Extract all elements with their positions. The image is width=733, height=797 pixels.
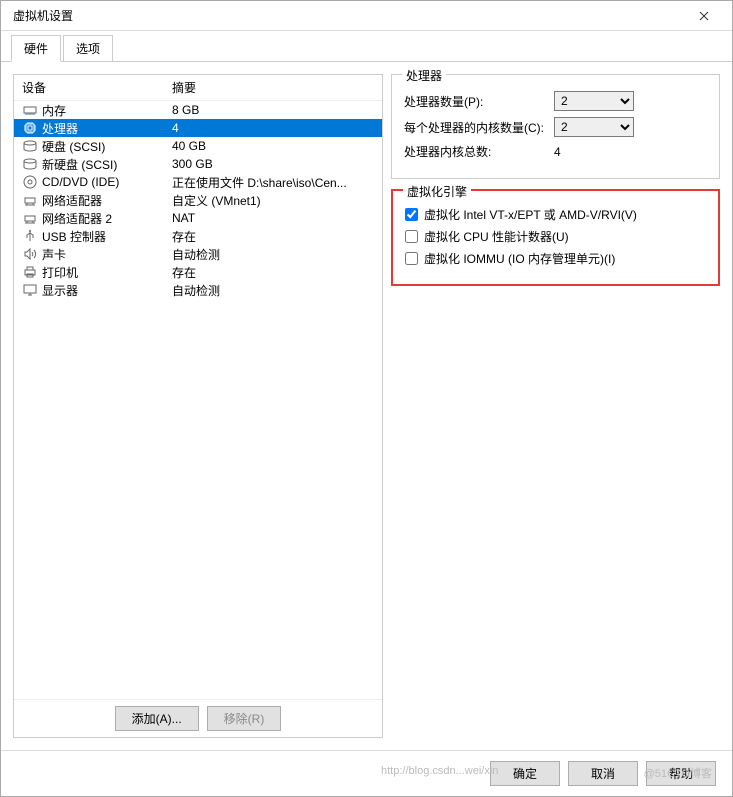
device-summary: 自动检测 xyxy=(172,246,374,263)
device-name: 网络适配器 xyxy=(42,192,102,209)
device-row[interactable]: 处理器 4 xyxy=(14,119,382,137)
iommu-checkbox[interactable] xyxy=(405,252,418,265)
tabbar: 硬件 选项 xyxy=(1,31,732,62)
device-list: 设备 摘要 内存 8 GB 处理器 4 硬盘 (SCSI) 40 GB 新硬盘 … xyxy=(14,75,382,699)
device-summary: 300 GB xyxy=(172,157,374,171)
device-name: 硬盘 (SCSI) xyxy=(42,138,105,155)
device-name: 内存 xyxy=(42,102,66,119)
device-row[interactable]: CD/DVD (IDE) 正在使用文件 D:\share\iso\Cen... xyxy=(14,173,382,191)
device-summary: 4 xyxy=(172,121,374,135)
perf-label: 虚拟化 CPU 性能计数器(U) xyxy=(424,228,569,245)
device-summary: 正在使用文件 D:\share\iso\Cen... xyxy=(172,174,374,191)
device-summary: 存在 xyxy=(172,264,374,281)
device-row[interactable]: 打印机 存在 xyxy=(14,263,382,281)
header-summary: 摘要 xyxy=(172,79,374,96)
add-button[interactable]: 添加(A)... xyxy=(115,706,199,731)
tab-options[interactable]: 选项 xyxy=(63,35,113,61)
network-icon xyxy=(22,211,38,225)
cpu-icon xyxy=(22,121,38,135)
device-row[interactable]: 新硬盘 (SCSI) 300 GB xyxy=(14,155,382,173)
usb-icon xyxy=(22,229,38,243)
tab-hardware[interactable]: 硬件 xyxy=(11,35,61,62)
cd-icon xyxy=(22,175,38,189)
display-icon xyxy=(22,283,38,297)
titlebar: 虚拟机设置 xyxy=(1,1,732,31)
cancel-button[interactable]: 取消 xyxy=(568,761,638,786)
vt-checkbox[interactable] xyxy=(405,208,418,221)
memory-icon xyxy=(22,103,38,117)
device-row[interactable]: 硬盘 (SCSI) 40 GB xyxy=(14,137,382,155)
close-button[interactable] xyxy=(684,2,724,30)
processor-group: 处理器 处理器数量(P): 2 每个处理器的内核数量(C): 2 处理器内核总数… xyxy=(391,74,720,179)
device-header: 设备 摘要 xyxy=(14,75,382,101)
virtualization-group: 虚拟化引擎 虚拟化 Intel VT-x/EPT 或 AMD-V/RVI(V) … xyxy=(391,189,720,286)
total-cores-value: 4 xyxy=(554,145,707,159)
cores-per-processor-select[interactable]: 2 xyxy=(554,117,634,137)
iommu-label: 虚拟化 IOMMU (IO 内存管理单元)(I) xyxy=(424,250,615,267)
device-name: 新硬盘 (SCSI) xyxy=(42,156,117,173)
device-row[interactable]: 网络适配器 2 NAT xyxy=(14,209,382,227)
device-row[interactable]: 网络适配器 自定义 (VMnet1) xyxy=(14,191,382,209)
device-row[interactable]: 内存 8 GB xyxy=(14,101,382,119)
perf-checkbox[interactable] xyxy=(405,230,418,243)
cores-per-processor-label: 每个处理器的内核数量(C): xyxy=(404,119,554,136)
device-summary: 存在 xyxy=(172,228,374,245)
watermark-text: http://blog.csdn...wei/xin xyxy=(381,765,498,777)
disk-icon xyxy=(22,157,38,171)
virtualization-group-title: 虚拟化引擎 xyxy=(403,183,471,200)
device-summary: NAT xyxy=(172,211,374,225)
device-panel: 设备 摘要 内存 8 GB 处理器 4 硬盘 (SCSI) 40 GB 新硬盘 … xyxy=(13,74,383,738)
printer-icon xyxy=(22,265,38,279)
device-name: CD/DVD (IDE) xyxy=(42,175,119,189)
processor-group-title: 处理器 xyxy=(402,67,446,84)
device-row[interactable]: 声卡 自动检测 xyxy=(14,245,382,263)
vm-settings-window: 虚拟机设置 硬件 选项 设备 摘要 内存 8 GB 处理器 4 xyxy=(0,0,733,797)
window-title: 虚拟机设置 xyxy=(9,7,73,24)
device-summary: 自动检测 xyxy=(172,282,374,299)
disk-icon xyxy=(22,139,38,153)
close-icon xyxy=(699,11,709,21)
total-cores-label: 处理器内核总数: xyxy=(404,143,554,160)
help-button[interactable]: 帮助 xyxy=(646,761,716,786)
device-name: 打印机 xyxy=(42,264,78,281)
device-summary: 40 GB xyxy=(172,139,374,153)
network-icon xyxy=(22,193,38,207)
device-name: 声卡 xyxy=(42,246,66,263)
vt-label: 虚拟化 Intel VT-x/EPT 或 AMD-V/RVI(V) xyxy=(424,206,637,223)
device-row[interactable]: USB 控制器 存在 xyxy=(14,227,382,245)
device-name: USB 控制器 xyxy=(42,228,106,245)
content-area: 设备 摘要 内存 8 GB 处理器 4 硬盘 (SCSI) 40 GB 新硬盘 … xyxy=(1,62,732,750)
sound-icon xyxy=(22,247,38,261)
device-name: 处理器 xyxy=(42,120,78,137)
device-row[interactable]: 显示器 自动检测 xyxy=(14,281,382,299)
remove-button[interactable]: 移除(R) xyxy=(207,706,282,731)
device-summary: 8 GB xyxy=(172,103,374,117)
device-name: 显示器 xyxy=(42,282,78,299)
processor-count-label: 处理器数量(P): xyxy=(404,93,554,110)
ok-button[interactable]: 确定 xyxy=(490,761,560,786)
device-summary: 自定义 (VMnet1) xyxy=(172,192,374,209)
footer: http://blog.csdn...wei/xin 确定 取消 帮助 @51C… xyxy=(1,750,732,796)
processor-count-select[interactable]: 2 xyxy=(554,91,634,111)
settings-panel: 处理器 处理器数量(P): 2 每个处理器的内核数量(C): 2 处理器内核总数… xyxy=(391,74,720,738)
device-buttons: 添加(A)... 移除(R) xyxy=(14,699,382,737)
device-name: 网络适配器 2 xyxy=(42,210,112,227)
header-device: 设备 xyxy=(22,79,172,96)
